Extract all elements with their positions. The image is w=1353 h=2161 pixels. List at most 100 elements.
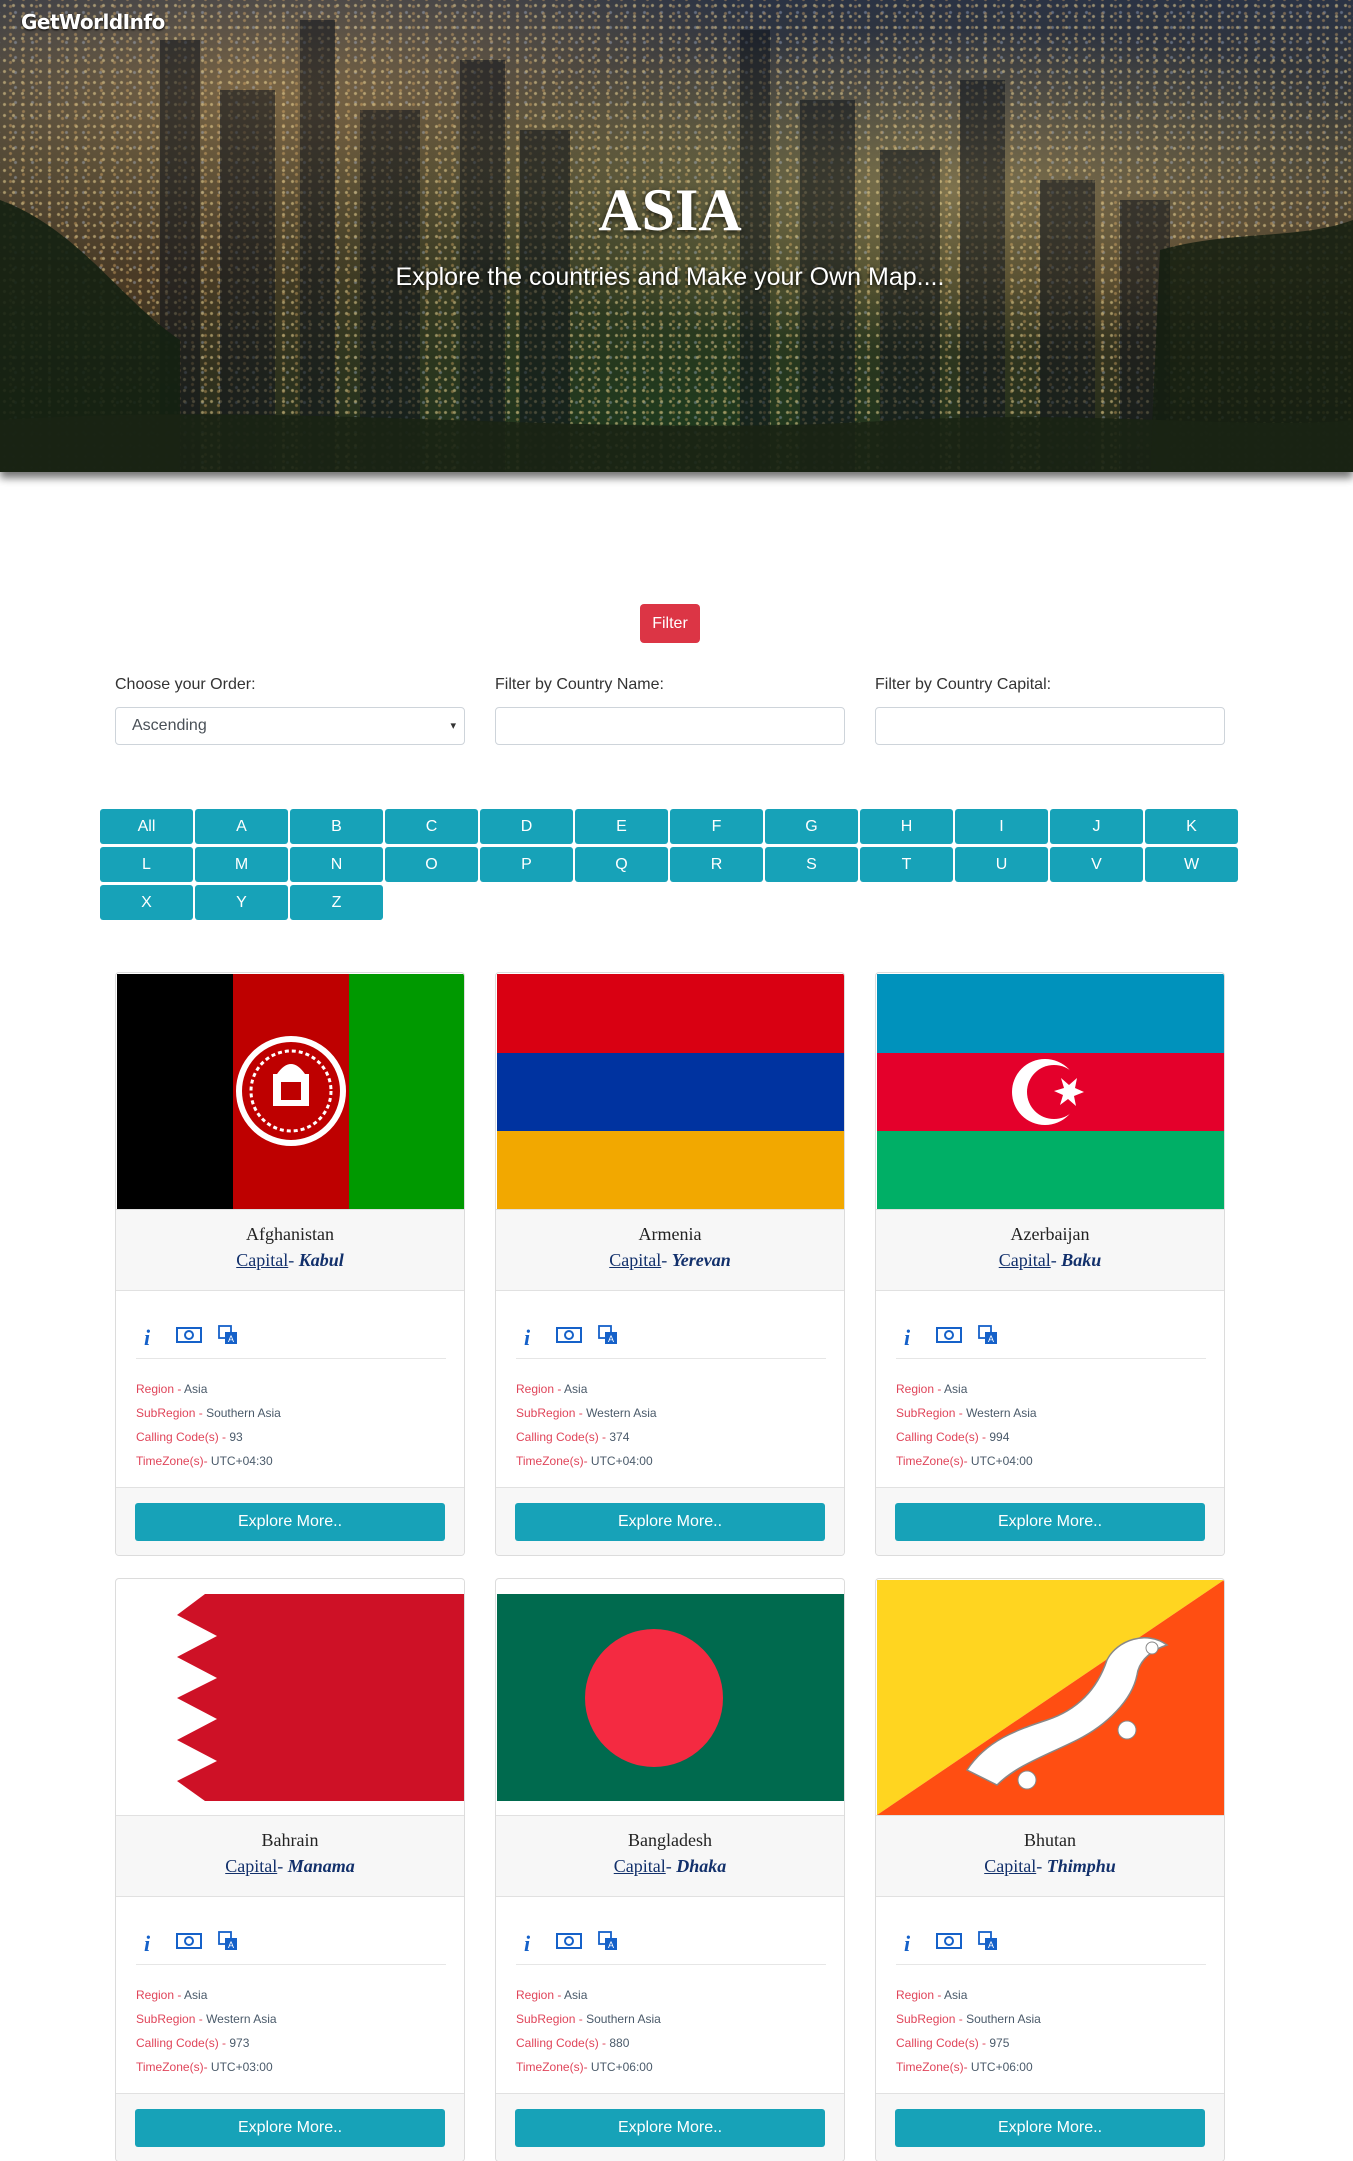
info-icon[interactable]: i	[904, 1325, 910, 1350]
explore-more-button[interactable]: Explore More..	[895, 2109, 1205, 2147]
letter-button-o[interactable]: O	[385, 847, 478, 882]
country-name: Bhutan	[1024, 1830, 1076, 1850]
country-capital: Capital- Thimphu	[984, 1856, 1116, 1876]
card-icon-row: i A	[136, 1321, 446, 1359]
filter-button[interactable]: Filter	[640, 604, 700, 643]
explore-more-button[interactable]: Explore More..	[135, 2109, 445, 2147]
letter-button-m[interactable]: M	[195, 847, 288, 882]
country-capital: Capital- Manama	[225, 1856, 355, 1876]
subregion-row: SubRegion - Southern Asia	[516, 2012, 661, 2026]
info-icon[interactable]: i	[144, 1931, 150, 1956]
country-name: Afghanistan	[246, 1224, 334, 1244]
capital-link[interactable]: Capital	[984, 1856, 1036, 1876]
letter-button-w[interactable]: W	[1145, 847, 1238, 882]
info-icon[interactable]: i	[904, 1931, 910, 1956]
letter-button-q[interactable]: Q	[575, 847, 668, 882]
letter-button-r[interactable]: R	[670, 847, 763, 882]
capital-value: Kabul	[298, 1250, 344, 1270]
capital-link[interactable]: Capital	[999, 1250, 1051, 1270]
letter-button-a[interactable]: A	[195, 809, 288, 844]
letter-button-t[interactable]: T	[860, 847, 953, 882]
currency-icon[interactable]	[556, 1325, 582, 1347]
svg-text:A: A	[608, 1940, 614, 1950]
calling-code-row: Calling Code(s) - 93	[136, 1430, 243, 1444]
card-header: Afghanistan Capital- Kabul	[116, 1209, 464, 1291]
info-icon[interactable]: i	[144, 1325, 150, 1350]
letter-button-h[interactable]: H	[860, 809, 953, 844]
country-name-input[interactable]	[495, 707, 845, 745]
timezone-row: TimeZone(s)- UTC+03:00	[136, 2060, 273, 2074]
card-header: Bangladesh Capital- Dhaka	[496, 1815, 844, 1897]
country-capital: Capital- Baku	[998, 1250, 1102, 1270]
letter-button-f[interactable]: F	[670, 809, 763, 844]
country-details: Region - Asia SubRegion - Western Asia C…	[896, 1377, 1206, 1473]
country-name: Azerbaijan	[1010, 1224, 1090, 1244]
explore-more-button[interactable]: Explore More..	[515, 2109, 825, 2147]
info-icon[interactable]: i	[524, 1325, 530, 1350]
capital-value: Thimphu	[1046, 1856, 1116, 1876]
brand-logo[interactable]: GetWorldInfo	[21, 10, 165, 34]
letter-button-i[interactable]: I	[955, 809, 1048, 844]
country-card-azerbaijan: Azerbaijan Capital- Baku i A Region - As…	[875, 972, 1225, 1556]
letter-button-v[interactable]: V	[1050, 847, 1143, 882]
card-header: Bhutan Capital- Thimphu	[876, 1815, 1224, 1897]
letter-button-b[interactable]: B	[290, 809, 383, 844]
region-row: Region - Asia	[136, 1988, 208, 2002]
card-icon-row: i A	[516, 1927, 826, 1965]
subregion-row: SubRegion - Southern Asia	[896, 2012, 1041, 2026]
region-row: Region - Asia	[896, 1382, 968, 1396]
letter-button-z[interactable]: Z	[290, 885, 383, 920]
letter-button-g[interactable]: G	[765, 809, 858, 844]
letter-button-all[interactable]: All	[100, 809, 193, 844]
letter-button-l[interactable]: L	[100, 847, 193, 882]
letter-button-e[interactable]: E	[575, 809, 668, 844]
currency-icon[interactable]	[556, 1931, 582, 1953]
language-icon[interactable]: A	[978, 1325, 998, 1347]
currency-icon[interactable]	[936, 1325, 962, 1347]
card-footer: Explore More..	[876, 1487, 1224, 1555]
language-icon[interactable]: A	[218, 1931, 238, 1953]
capital-link[interactable]: Capital	[609, 1250, 661, 1270]
letter-button-k[interactable]: K	[1145, 809, 1238, 844]
explore-more-button[interactable]: Explore More..	[895, 1503, 1205, 1541]
language-icon[interactable]: A	[598, 1325, 618, 1347]
region-row: Region - Asia	[136, 1382, 208, 1396]
letter-button-n[interactable]: N	[290, 847, 383, 882]
info-icon[interactable]: i	[524, 1931, 530, 1956]
capital-value: Manama	[287, 1856, 355, 1876]
country-card-afghanistan: Afghanistan Capital- Kabul i A Region - …	[115, 972, 465, 1556]
letter-button-c[interactable]: C	[385, 809, 478, 844]
calling-code-row: Calling Code(s) - 975	[896, 2036, 1010, 2050]
capital-link[interactable]: Capital	[225, 1856, 277, 1876]
language-icon[interactable]: A	[978, 1931, 998, 1953]
name-filter-label: Filter by Country Name:	[495, 676, 664, 693]
order-select[interactable]: Ascending ▾	[115, 707, 465, 745]
currency-icon[interactable]	[176, 1931, 202, 1953]
country-details: Region - Asia SubRegion - Western Asia C…	[136, 1983, 446, 2079]
explore-more-button[interactable]: Explore More..	[135, 1503, 445, 1541]
subregion-row: SubRegion - Western Asia	[896, 1406, 1037, 1420]
country-name: Armenia	[638, 1224, 702, 1244]
country-card-armenia: Armenia Capital- Yerevan i A Region - As…	[495, 972, 845, 1556]
letter-button-y[interactable]: Y	[195, 885, 288, 920]
letter-button-u[interactable]: U	[955, 847, 1048, 882]
letter-button-p[interactable]: P	[480, 847, 573, 882]
letter-button-d[interactable]: D	[480, 809, 573, 844]
letter-button-j[interactable]: J	[1050, 809, 1143, 844]
currency-icon[interactable]	[936, 1931, 962, 1953]
letter-button-s[interactable]: S	[765, 847, 858, 882]
country-card-bhutan: Bhutan Capital- Thimphu i A Region - Asi…	[875, 1578, 1225, 2161]
timezone-row: TimeZone(s)- UTC+04:30	[136, 1454, 273, 1468]
card-footer: Explore More..	[116, 1487, 464, 1555]
capital-link[interactable]: Capital	[236, 1250, 288, 1270]
country-capital-input[interactable]	[875, 707, 1225, 745]
currency-icon[interactable]	[176, 1325, 202, 1347]
timezone-row: TimeZone(s)- UTC+06:00	[896, 2060, 1033, 2074]
capital-link[interactable]: Capital	[614, 1856, 666, 1876]
language-icon[interactable]: A	[598, 1931, 618, 1953]
hero-banner: GetWorldInfo ASIA Explore the countries …	[0, 0, 1353, 472]
flag-image-bangladesh	[497, 1580, 844, 1815]
language-icon[interactable]: A	[218, 1325, 238, 1347]
letter-button-x[interactable]: X	[100, 885, 193, 920]
explore-more-button[interactable]: Explore More..	[515, 1503, 825, 1541]
